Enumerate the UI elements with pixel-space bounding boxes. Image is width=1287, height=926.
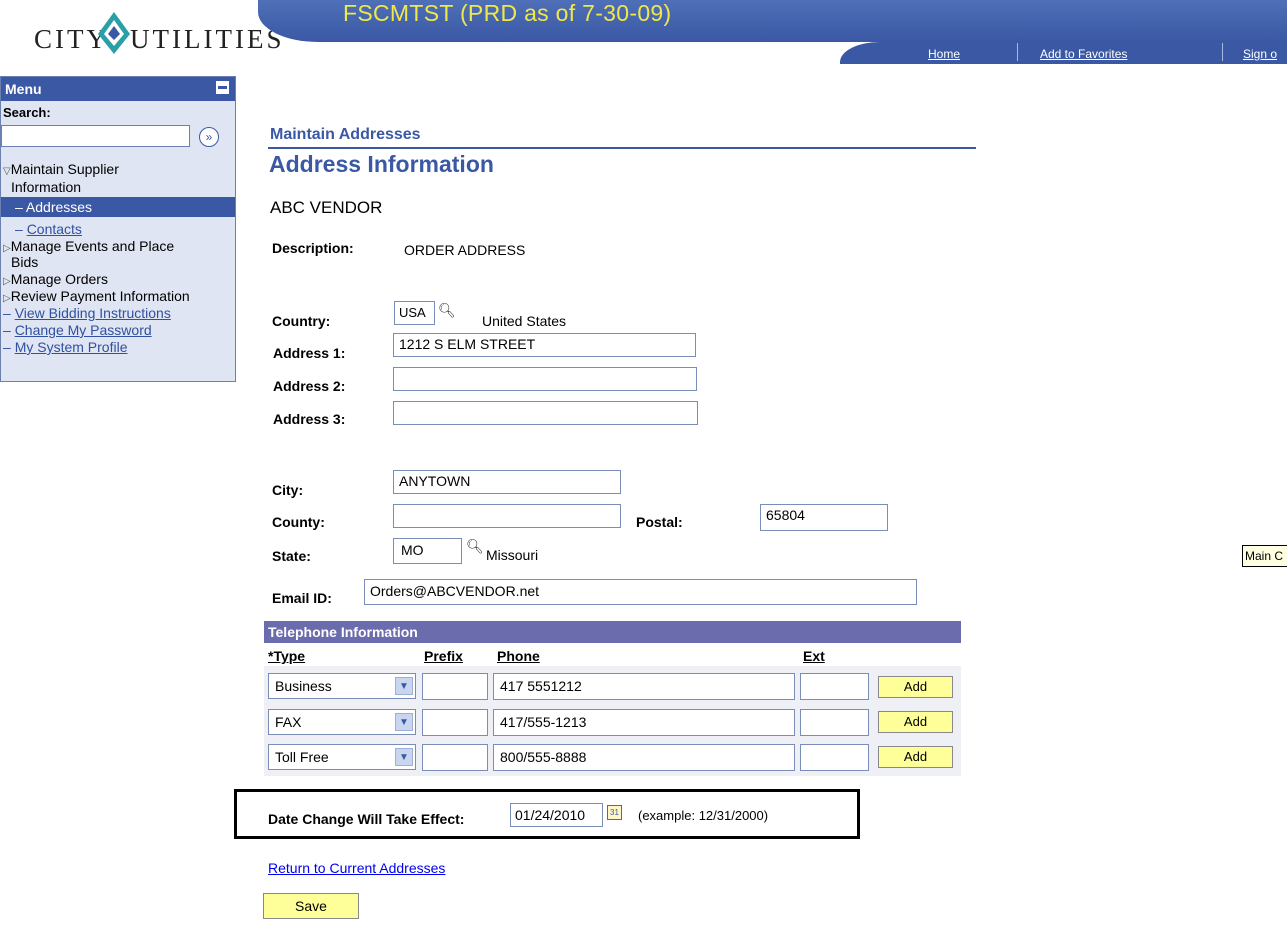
telephone-section-header: Telephone Information (264, 621, 961, 643)
city-input[interactable]: ANYTOWN (393, 470, 621, 494)
menu-header: Menu (1, 77, 235, 101)
county-label: County: (272, 514, 325, 530)
effective-date-input[interactable]: 01/24/2010 (510, 803, 603, 827)
phone-prefix-input[interactable] (422, 709, 488, 736)
add-phone-button[interactable]: Add (878, 711, 953, 733)
collapsed-triangle-icon: ▷ (3, 243, 11, 254)
country-label: Country: (272, 313, 331, 329)
nav-sign-out-link[interactable]: Sign o (1243, 47, 1277, 61)
nav-add-to-favorites-link[interactable]: Add to Favorites (1040, 47, 1127, 61)
logo-mark-icon (98, 12, 130, 54)
state-lookup-icon[interactable]: 🔍︎ (466, 538, 484, 555)
add-phone-button[interactable]: Add (878, 676, 953, 698)
environment-title: FSCMTST (PRD as of 7-30-09) (343, 0, 672, 26)
left-menu: Menu Search: » ▽Maintain Supplier Inform… (0, 76, 236, 382)
menu-search-input[interactable] (1, 125, 190, 147)
col-header-prefix: Prefix (424, 648, 463, 664)
description-value: ORDER ADDRESS (404, 242, 526, 258)
city-label: City: (272, 482, 304, 498)
phone-type-select[interactable]: Business ▼ (268, 673, 416, 699)
menu-item-contacts[interactable]: – Contacts (15, 221, 82, 237)
chevron-down-icon: ▼ (395, 748, 413, 766)
menu-search-label: Search: (3, 105, 51, 120)
telephone-section-title: Telephone Information (268, 624, 418, 640)
phone-ext-input[interactable] (800, 673, 869, 700)
description-label: Description: (272, 240, 354, 256)
phone-ext-input[interactable] (800, 709, 869, 736)
county-input[interactable] (393, 504, 621, 528)
nav-separator (1222, 43, 1223, 61)
phone-number-input[interactable]: 800/555-8888 (493, 744, 795, 771)
nav-home-link[interactable]: Home (928, 47, 960, 61)
menu-item-addresses[interactable]: – Addresses (15, 199, 92, 215)
menu-item-maintain-supplier-cont[interactable]: Information (11, 179, 81, 195)
phone-prefix-input[interactable] (422, 744, 488, 771)
menu-item-view-bidding-instructions[interactable]: – View Bidding Instructions (3, 305, 171, 321)
nav-separator (1017, 43, 1018, 61)
col-header-type: *Type (268, 648, 306, 664)
menu-item-bids[interactable]: Bids (11, 254, 38, 270)
city-utilities-logo: CITY UTILITIES (34, 2, 281, 58)
postal-input[interactable]: 65804 (760, 504, 888, 531)
country-lookup-icon[interactable]: 🔍︎ (438, 302, 456, 319)
menu-item-system-profile[interactable]: – My System Profile (3, 339, 128, 355)
email-label: Email ID: (272, 590, 332, 606)
address2-input[interactable] (393, 367, 697, 391)
address1-input[interactable]: 1212 S ELM STREET (393, 333, 696, 357)
country-code-input[interactable]: USA (394, 301, 435, 325)
phone-type-select[interactable]: FAX ▼ (268, 709, 416, 735)
email-input[interactable]: Orders@ABCVENDOR.net (364, 579, 917, 605)
state-name: Missouri (486, 547, 539, 563)
state-code-input[interactable]: MO (393, 538, 462, 564)
breadcrumb: Maintain Addresses (270, 126, 421, 143)
address1-label: Address 1: (273, 345, 346, 361)
address3-label: Address 3: (273, 411, 346, 427)
heading-divider (268, 147, 976, 149)
menu-title: Menu (5, 81, 42, 97)
effective-date-label: Date Change Will Take Effect: (268, 811, 465, 827)
phone-ext-input[interactable] (800, 744, 869, 771)
return-to-addresses-link[interactable]: Return to Current Addresses (268, 860, 445, 876)
phone-prefix-input[interactable] (422, 673, 488, 700)
col-header-phone: Phone (497, 648, 540, 664)
chevron-down-icon: ▼ (395, 677, 413, 695)
date-format-example: (example: 12/31/2000) (638, 808, 769, 823)
address2-label: Address 2: (273, 378, 346, 394)
address3-input[interactable] (393, 401, 698, 425)
country-name: United States (482, 313, 567, 329)
collapse-menu-icon[interactable] (216, 81, 229, 94)
expanded-triangle-icon: ▽ (3, 166, 11, 177)
menu-item-maintain-supplier[interactable]: ▽Maintain Supplier (3, 161, 119, 180)
collapsed-triangle-icon: ▷ (3, 293, 11, 304)
vendor-name: ABC VENDOR (270, 198, 383, 217)
col-header-ext: Ext (803, 648, 825, 664)
search-go-icon[interactable]: » (199, 127, 219, 147)
calendar-icon[interactable]: 31 (607, 805, 622, 820)
save-button[interactable]: Save (263, 893, 359, 919)
logo-text-right: UTILITIES (130, 24, 285, 54)
postal-label: Postal: (636, 514, 683, 530)
chevron-down-icon: ▼ (395, 713, 413, 731)
menu-item-change-password[interactable]: – Change My Password (3, 322, 152, 338)
collapsed-triangle-icon: ▷ (3, 276, 11, 287)
add-phone-button[interactable]: Add (878, 746, 953, 768)
tooltip: Main C (1242, 545, 1287, 567)
phone-number-input[interactable]: 417/555-1213 (493, 709, 795, 736)
page-title: Address Information (269, 151, 494, 177)
state-label: State: (272, 548, 311, 564)
phone-type-select[interactable]: Toll Free ▼ (268, 744, 416, 770)
phone-number-input[interactable]: 417 5551212 (493, 673, 795, 700)
